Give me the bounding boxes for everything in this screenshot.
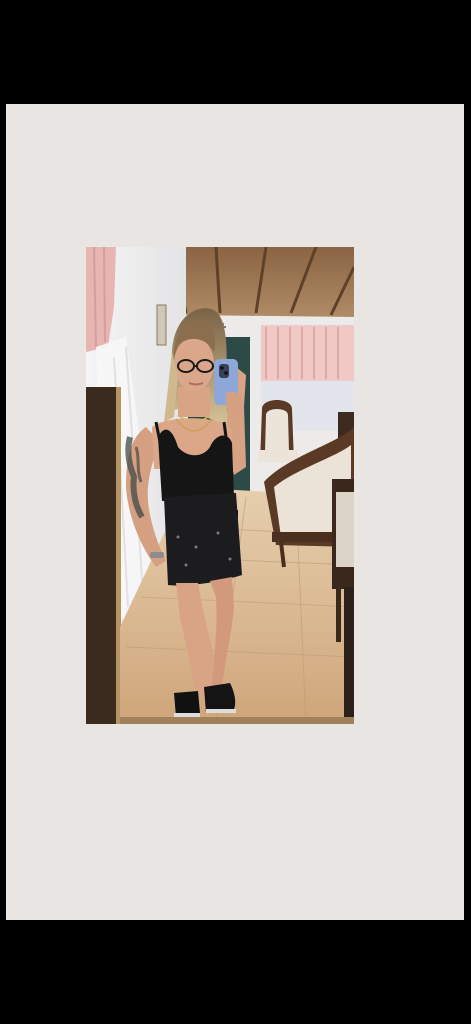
mirror-selfie-image xyxy=(86,247,354,724)
back-window-curtain xyxy=(261,325,354,381)
photo xyxy=(86,247,354,724)
denim-skirt xyxy=(164,493,242,586)
armchair-back xyxy=(258,400,298,462)
mirror-frame-bottom xyxy=(120,717,354,724)
sneaker-right xyxy=(204,683,236,713)
image-viewer xyxy=(0,0,471,1024)
camera-icon xyxy=(219,364,229,378)
mirror-frame-right xyxy=(344,587,354,724)
photo-card xyxy=(6,104,464,920)
neck xyxy=(178,387,210,417)
bracelet xyxy=(150,552,164,558)
mirror-frame-left xyxy=(86,387,120,724)
wall-picture xyxy=(156,304,167,346)
